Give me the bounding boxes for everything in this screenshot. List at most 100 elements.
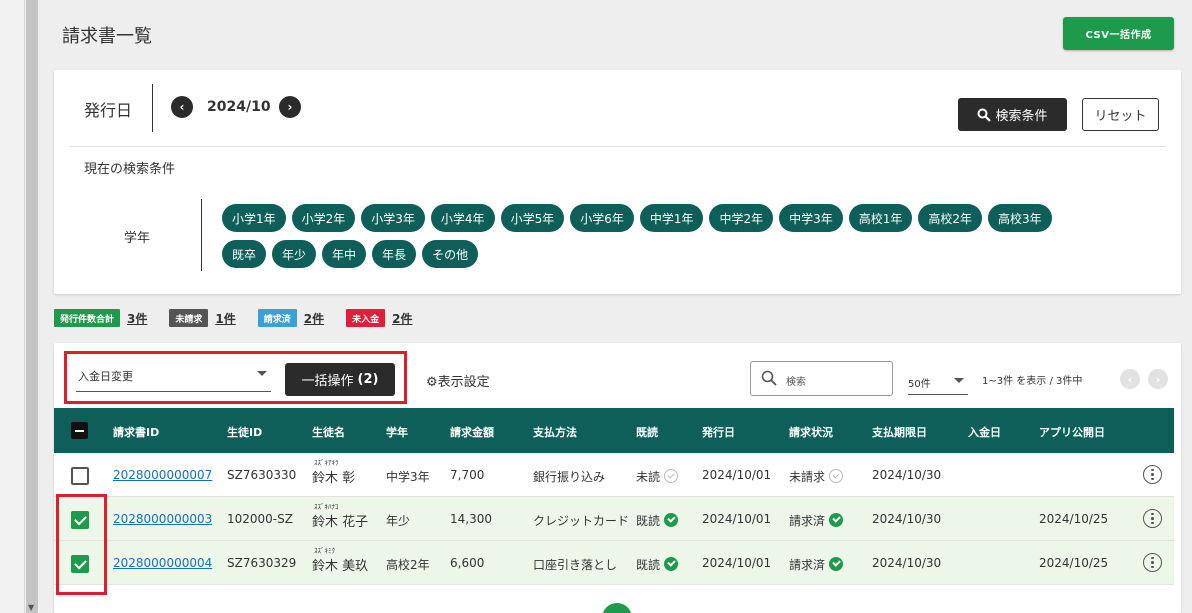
search-icon bbox=[977, 108, 992, 122]
row-checkbox[interactable] bbox=[71, 467, 89, 485]
billing-status: 請求済 bbox=[789, 512, 844, 529]
read-status: 既読 bbox=[636, 556, 679, 573]
app-publish-date: 2024/10/25 bbox=[1039, 512, 1109, 526]
grade-chip[interactable]: 年長 bbox=[372, 240, 417, 268]
prev-month-button[interactable]: ‹ bbox=[171, 96, 193, 118]
summary-count[interactable]: 1件 bbox=[215, 310, 235, 327]
grade-chip[interactable]: その他 bbox=[422, 240, 479, 268]
more-options-icon[interactable] bbox=[1143, 509, 1162, 528]
grade-chip[interactable]: 高校2年 bbox=[918, 204, 983, 232]
check-circle-icon bbox=[664, 513, 679, 527]
issue-date: 2024/10/01 bbox=[702, 468, 772, 482]
payment-method: 口座引き落とし bbox=[533, 558, 618, 572]
grade-chip[interactable]: 小学4年 bbox=[430, 204, 495, 232]
grade-chip-row: 既卒 年少 年中 年長 その他 bbox=[222, 240, 1152, 268]
header-student-name[interactable]: 生徒名 bbox=[312, 424, 345, 440]
grade-chip[interactable]: 小学3年 bbox=[361, 204, 425, 232]
grade-chip[interactable]: 年少 bbox=[272, 240, 317, 268]
student-furigana: ｽｽﾞｷﾊﾅｺ bbox=[314, 503, 339, 511]
per-page-select[interactable]: 50件 bbox=[908, 371, 968, 395]
grade: 中学3年 bbox=[386, 470, 430, 484]
scroll-down-arrow-icon[interactable]: ▼ bbox=[28, 603, 34, 612]
prev-page-button[interactable]: ‹ bbox=[1120, 369, 1140, 389]
amount: 14,300 bbox=[450, 512, 492, 526]
reset-button[interactable]: リセット bbox=[1082, 98, 1159, 131]
more-options-icon[interactable] bbox=[1143, 465, 1162, 484]
header-status[interactable]: 請求状況 bbox=[789, 424, 833, 440]
grade-chip[interactable]: 既卒 bbox=[222, 240, 267, 268]
summary-count[interactable]: 2件 bbox=[392, 310, 412, 327]
grade-chip[interactable]: 小学6年 bbox=[570, 204, 634, 232]
amount: 7,700 bbox=[450, 468, 485, 482]
dropdown-arrow-icon bbox=[954, 378, 964, 383]
invoice-id-link[interactable]: 2028000000007 bbox=[113, 468, 212, 482]
header-invoice-id[interactable]: 請求書ID bbox=[113, 424, 159, 440]
chevron-right-icon: › bbox=[1155, 372, 1161, 386]
invoice-id-link[interactable]: 2028000000003 bbox=[113, 512, 212, 526]
invoice-id-link[interactable]: 2028000000004 bbox=[113, 556, 212, 570]
header-issue-date[interactable]: 発行日 bbox=[702, 424, 735, 440]
search-icon bbox=[761, 370, 777, 386]
header-due-date[interactable]: 支払期限日 bbox=[872, 424, 927, 440]
grade-chip[interactable]: 高校1年 bbox=[848, 204, 913, 232]
student-id: SZ7630330 bbox=[227, 468, 297, 482]
header-grade[interactable]: 学年 bbox=[386, 424, 408, 440]
search-input[interactable]: 検索 bbox=[750, 361, 893, 396]
header-read[interactable]: 既読 bbox=[636, 424, 658, 440]
header-paid-date[interactable]: 入金日 bbox=[968, 424, 1001, 440]
check-circle-icon bbox=[829, 469, 844, 483]
range-text: 1~3件 を表示 / 3件中 bbox=[982, 376, 1083, 387]
grade-chip[interactable]: 高校3年 bbox=[988, 204, 1052, 232]
read-status-label: 既読 bbox=[636, 558, 661, 572]
header-payment[interactable]: 支払方法 bbox=[533, 424, 577, 440]
divider bbox=[201, 199, 202, 271]
grade: 年少 bbox=[386, 514, 411, 528]
chevron-left-icon: ‹ bbox=[1127, 372, 1133, 386]
grade-chip[interactable]: 小学2年 bbox=[291, 204, 356, 232]
header-app-date[interactable]: アプリ公開日 bbox=[1039, 424, 1105, 440]
table-row: 2028000000003 102000-SZ ｽｽﾞｷﾊﾅｺ 鈴木 花子 年少 14,3… bbox=[54, 497, 1174, 541]
issue-date: 2024/10/01 bbox=[702, 556, 772, 570]
more-options-icon[interactable] bbox=[1143, 553, 1162, 572]
summary-count[interactable]: 2件 bbox=[304, 310, 324, 327]
check-circle-icon bbox=[664, 557, 679, 571]
read-status-label: 未読 bbox=[636, 470, 661, 484]
grade-chip[interactable]: 中学2年 bbox=[709, 204, 774, 232]
student-id: SZ7630329 bbox=[227, 556, 297, 570]
grade-chip-row: 小学1年 小学2年 小学3年 小学4年 小学5年 小学6年 中学1年 中学2年 中学3年 高校1年… bbox=[222, 204, 1152, 232]
search-conditions-label: 検索条件 bbox=[995, 109, 1048, 124]
highlight-box bbox=[64, 351, 407, 404]
summary-badge: 未請求 bbox=[169, 309, 209, 327]
student-name: 鈴木 美玖 bbox=[312, 559, 369, 574]
billing-status-label: 請求済 bbox=[789, 514, 826, 528]
student-furigana: ｽｽﾞｷﾐｸ bbox=[314, 547, 335, 555]
summary-count[interactable]: 3件 bbox=[127, 310, 147, 327]
csv-bulk-create-button[interactable]: CSV一括作成 bbox=[1063, 17, 1174, 50]
left-scrollbar[interactable] bbox=[26, 0, 38, 613]
issue-date-label: 発行日 bbox=[84, 101, 133, 120]
divider bbox=[152, 84, 153, 132]
grade-chip[interactable]: 中学1年 bbox=[639, 204, 704, 232]
next-page-button[interactable]: › bbox=[1148, 369, 1168, 389]
display-settings-button[interactable]: ⚙表示設定 bbox=[426, 371, 490, 390]
grade-chip[interactable]: 年中 bbox=[322, 240, 367, 268]
search-card: 発行日 ‹ 2024/10 › 検索条件 リセット 現在の検索条件 学年 小学1… bbox=[54, 70, 1181, 294]
student-name-cell: ｽｽﾞｷﾊﾅｺ 鈴木 花子 bbox=[312, 503, 368, 531]
check-circle-icon bbox=[664, 469, 679, 483]
main-content: 請求書一覧 CSV一括作成 発行日 ‹ 2024/10 › 検索条件 リセット … bbox=[40, 0, 1192, 613]
highlight-box bbox=[56, 494, 107, 595]
grade-chip[interactable]: 中学3年 bbox=[779, 204, 843, 232]
next-month-button[interactable]: › bbox=[279, 96, 301, 118]
grade-chips: 小学1年 小学2年 小学3年 小学4年 小学5年 小学6年 中学1年 中学2年 中学3年 高校1年… bbox=[222, 204, 1152, 276]
search-conditions-button[interactable]: 検索条件 bbox=[958, 98, 1067, 131]
select-all-checkbox[interactable] bbox=[71, 422, 88, 439]
grade-chip[interactable]: 小学5年 bbox=[500, 204, 565, 232]
summary-badge: 発行件数合計 bbox=[54, 309, 121, 327]
grade: 高校2年 bbox=[386, 558, 430, 572]
grade-chip[interactable]: 小学1年 bbox=[222, 204, 286, 232]
due-date: 2024/10/30 bbox=[872, 512, 942, 526]
header-student-id[interactable]: 生徒ID bbox=[227, 424, 262, 440]
billing-status: 未請求 bbox=[789, 468, 844, 485]
check-circle-icon bbox=[829, 557, 844, 571]
header-amount[interactable]: 請求金額 bbox=[450, 424, 494, 440]
